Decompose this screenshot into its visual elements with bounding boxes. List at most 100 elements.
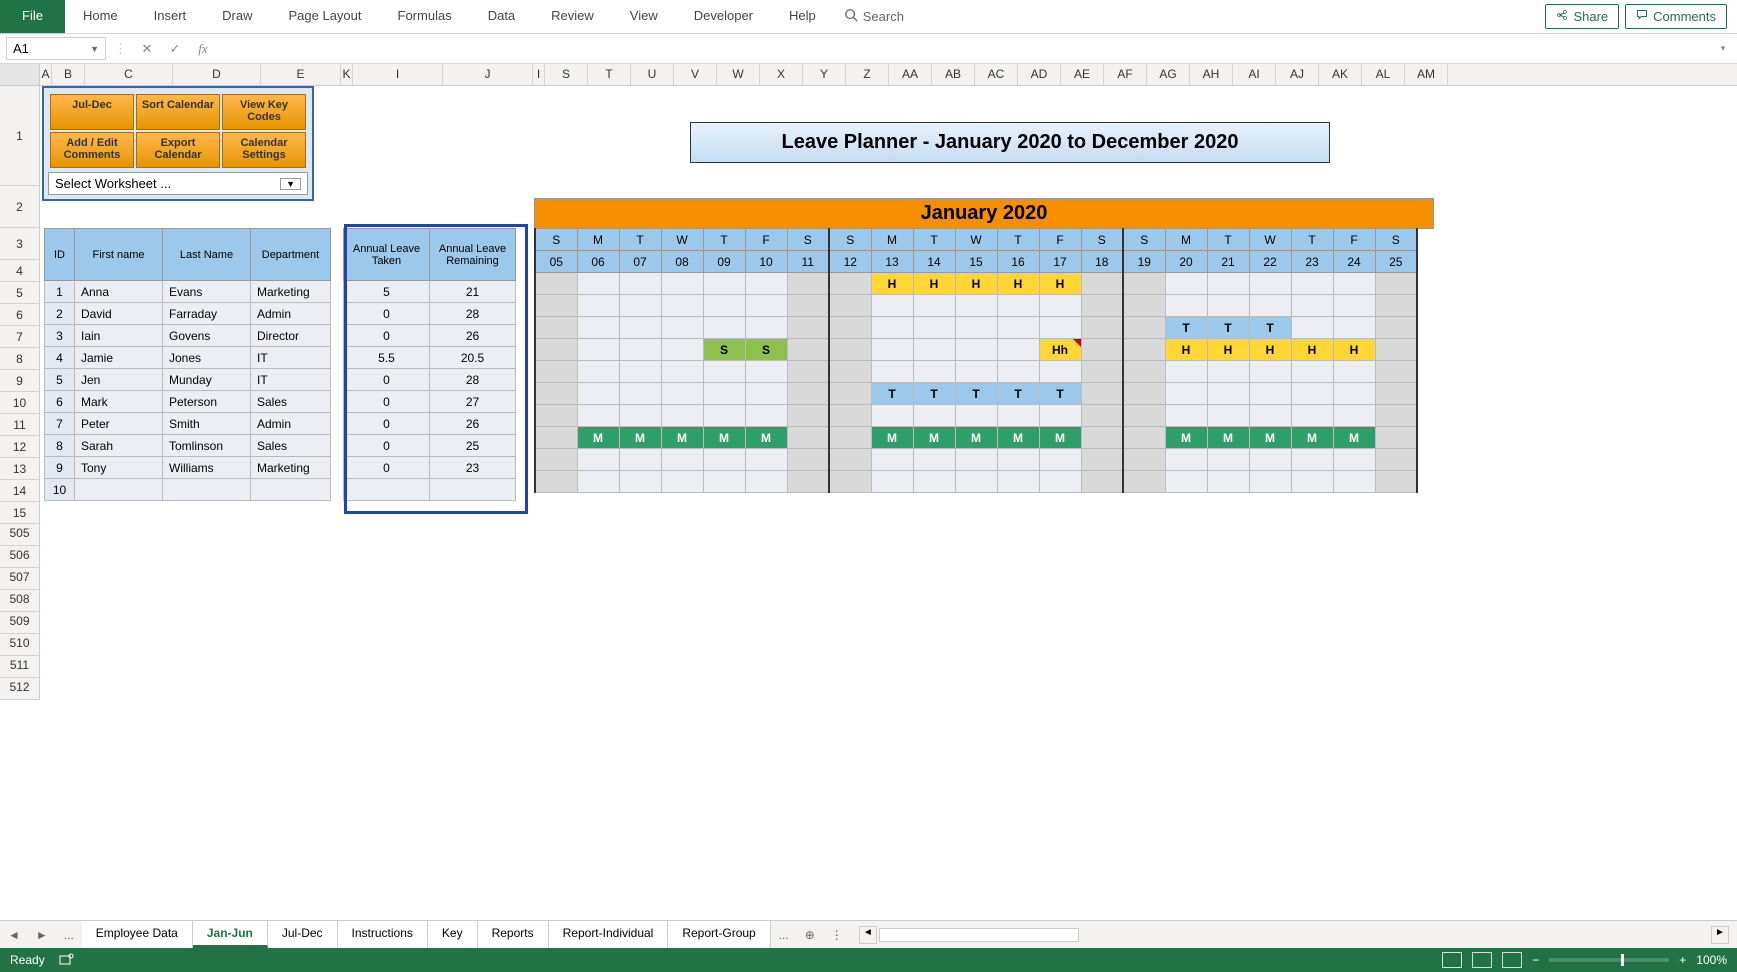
calendar-cell[interactable] xyxy=(1249,405,1291,427)
calendar-cell[interactable] xyxy=(1081,449,1123,471)
calendar-cell[interactable] xyxy=(997,405,1039,427)
calendar-cell[interactable] xyxy=(535,383,577,405)
sheet-tab-report-group[interactable]: Report-Group xyxy=(668,921,770,948)
formula-input[interactable] xyxy=(219,38,1711,59)
calendar-cell[interactable] xyxy=(1039,405,1081,427)
calendar-cell[interactable] xyxy=(745,317,787,339)
calendar-cell[interactable] xyxy=(1291,317,1333,339)
calendar-cell[interactable] xyxy=(787,383,829,405)
calendar-cell[interactable] xyxy=(661,339,703,361)
calendar-cell-event[interactable]: M xyxy=(1039,427,1081,449)
jul-dec-button[interactable]: Jul-Dec xyxy=(50,94,134,130)
calendar-cell[interactable] xyxy=(703,317,745,339)
calendar-cell-event[interactable]: H xyxy=(913,273,955,295)
ribbon-tab-view[interactable]: View xyxy=(612,0,676,33)
view-pagebreak-button[interactable] xyxy=(1502,952,1522,968)
calendar-cell[interactable] xyxy=(1375,295,1417,317)
calendar-cell-event[interactable]: H xyxy=(1291,339,1333,361)
calendar-cell-event[interactable]: M xyxy=(1207,427,1249,449)
calendar-cell[interactable] xyxy=(913,295,955,317)
calendar-cell[interactable] xyxy=(787,339,829,361)
row-header[interactable]: 12 xyxy=(0,436,40,458)
calendar-cell-event[interactable]: H xyxy=(1207,339,1249,361)
calendar-cell-event[interactable]: M xyxy=(913,427,955,449)
calendar-cell[interactable] xyxy=(1123,295,1165,317)
calendar-cell[interactable] xyxy=(1375,383,1417,405)
hscroll-right[interactable]: ► xyxy=(1711,926,1729,944)
calendar-cell-event[interactable]: M xyxy=(703,427,745,449)
table-row[interactable]: 3IainGovensDirector026 xyxy=(45,325,516,347)
calendar-cell[interactable] xyxy=(787,295,829,317)
calendar-cell[interactable] xyxy=(1165,471,1207,493)
calendar-cell[interactable] xyxy=(787,405,829,427)
calendar-cell[interactable] xyxy=(1207,449,1249,471)
calendar-cell[interactable] xyxy=(1081,273,1123,295)
table-row[interactable]: 9TonyWilliamsMarketing023 xyxy=(45,457,516,479)
calendar-cell[interactable] xyxy=(1081,361,1123,383)
calendar-cell[interactable] xyxy=(787,361,829,383)
calendar-cell[interactable] xyxy=(1165,383,1207,405)
calendar-cell[interactable] xyxy=(1123,273,1165,295)
calendar-cell[interactable] xyxy=(1081,405,1123,427)
ribbon-tab-developer[interactable]: Developer xyxy=(676,0,771,33)
calendar-cell-event[interactable]: M xyxy=(577,427,619,449)
calendar-cell[interactable] xyxy=(1375,449,1417,471)
calendar-cell[interactable] xyxy=(1039,361,1081,383)
calendar-cell[interactable] xyxy=(745,295,787,317)
calendar-cell-event[interactable]: H xyxy=(1165,339,1207,361)
calendar-cell[interactable] xyxy=(1249,295,1291,317)
zoom-slider[interactable] xyxy=(1549,958,1669,962)
calendar-cell[interactable] xyxy=(661,295,703,317)
calendar-cell[interactable] xyxy=(1165,273,1207,295)
zoom-level[interactable]: 100% xyxy=(1696,953,1727,967)
calendar-cell[interactable] xyxy=(871,361,913,383)
column-header[interactable]: AK xyxy=(1319,64,1362,85)
calendar-cell[interactable] xyxy=(703,405,745,427)
row-header[interactable]: 505 xyxy=(0,524,40,546)
row-header[interactable]: 510 xyxy=(0,634,40,656)
calendar-cell[interactable] xyxy=(577,295,619,317)
calendar-cell[interactable] xyxy=(871,317,913,339)
table-row[interactable]: 5JenMundayIT028 xyxy=(45,369,516,391)
column-header[interactable]: AH xyxy=(1190,64,1233,85)
row-header[interactable]: 4 xyxy=(0,260,40,282)
worksheet-area[interactable]: 1234567891011121314155055065075085095105… xyxy=(0,86,1737,920)
calendar-cell[interactable] xyxy=(577,449,619,471)
calendar-cell[interactable] xyxy=(703,383,745,405)
calendar-cell[interactable] xyxy=(661,317,703,339)
row-header[interactable]: 11 xyxy=(0,414,40,436)
calendar-cell[interactable] xyxy=(619,339,661,361)
sheet-tab-report-individual[interactable]: Report-Individual xyxy=(549,921,669,948)
view-key-codes-button[interactable]: View Key Codes xyxy=(222,94,306,130)
calendar-cell[interactable] xyxy=(997,361,1039,383)
calendar-cell[interactable] xyxy=(535,339,577,361)
calendar-cell[interactable] xyxy=(1207,361,1249,383)
sheet-tab-instructions[interactable]: Instructions xyxy=(338,921,428,948)
calendar-cell[interactable] xyxy=(1123,427,1165,449)
export-calendar-button[interactable]: Export Calendar xyxy=(136,132,220,168)
column-header[interactable]: Z xyxy=(846,64,889,85)
row-header[interactable]: 509 xyxy=(0,612,40,634)
tab-nav-prev[interactable]: ► xyxy=(28,928,56,942)
new-sheet-button[interactable]: ⊕ xyxy=(797,928,823,942)
table-row[interactable]: 2DavidFarradayAdmin028 xyxy=(45,303,516,325)
calendar-cell[interactable] xyxy=(829,295,871,317)
sheet-tab-key[interactable]: Key xyxy=(428,921,478,948)
calendar-cell[interactable] xyxy=(1249,361,1291,383)
calendar-cell-event[interactable]: M xyxy=(1333,427,1375,449)
calendar-cell[interactable] xyxy=(1207,273,1249,295)
calendar-cell[interactable] xyxy=(1333,405,1375,427)
column-header[interactable]: C xyxy=(85,64,173,85)
calendar-cell-event[interactable]: T xyxy=(997,383,1039,405)
calendar-cell[interactable] xyxy=(1207,295,1249,317)
calendar-cell-event[interactable]: H xyxy=(955,273,997,295)
calendar-cell[interactable] xyxy=(745,361,787,383)
column-header[interactable]: I xyxy=(353,64,443,85)
calendar-cell[interactable] xyxy=(1039,471,1081,493)
calendar-cell[interactable] xyxy=(955,339,997,361)
column-header[interactable]: E xyxy=(261,64,341,85)
row-header[interactable]: 13 xyxy=(0,458,40,480)
column-header[interactable]: J xyxy=(443,64,533,85)
calendar-cell[interactable] xyxy=(1123,471,1165,493)
view-normal-button[interactable] xyxy=(1442,952,1462,968)
